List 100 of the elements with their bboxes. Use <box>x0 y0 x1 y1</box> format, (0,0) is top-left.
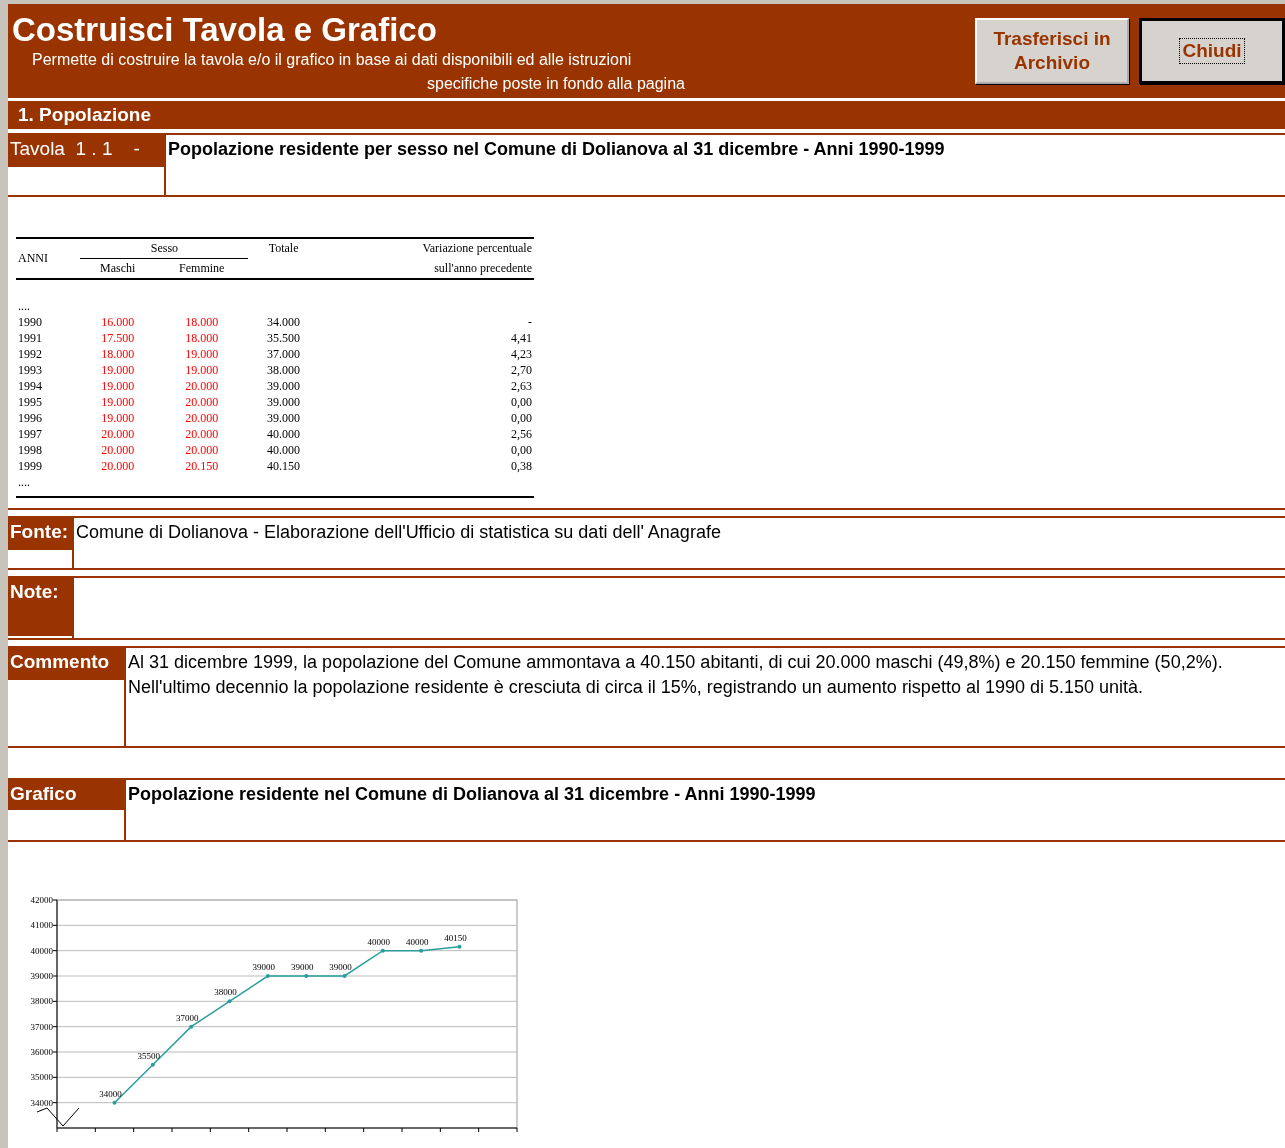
data-label: 34000 <box>99 1088 122 1099</box>
table-cell-text: 1994 <box>17 378 43 394</box>
data-point <box>304 974 309 978</box>
column-header: sull'anno precedente <box>318 258 534 279</box>
column-header: Totale <box>248 238 319 259</box>
table-cell-text: 19.000 <box>184 346 220 362</box>
archive-button[interactable]: Trasferisci in Archivio <box>975 18 1129 84</box>
table-cell-text: 1997 <box>17 426 43 442</box>
table-cell-text: 0,00 <box>510 410 533 426</box>
data-label: 40000 <box>367 936 391 947</box>
table-cell-text: 2,63 <box>510 378 533 394</box>
data-label: 38000 <box>214 987 237 998</box>
table-cell: .... <box>16 279 81 314</box>
comment-label: Commento <box>8 646 124 680</box>
axis-tick-label: 38000 <box>30 996 53 1007</box>
table-cell-text: 34.000 <box>266 314 302 330</box>
data-point <box>189 1024 194 1029</box>
data-point <box>419 948 424 953</box>
source-field[interactable]: Comune di Dolianova - Elaborazione dell'Ufficio di statistica su dati dell' Anagrafe <box>72 516 1285 568</box>
table-cell-text: 1999 <box>17 458 43 474</box>
data-label: 35500 <box>137 1050 161 1061</box>
table-cell-text: 19.000 <box>100 378 136 394</box>
table-cell-text: 1990 <box>17 314 43 330</box>
table-cell-text: 40.000 <box>266 442 302 458</box>
data-label: 39000 <box>329 962 352 972</box>
data-label: 39000 <box>252 962 276 972</box>
axis-tick-label: 41000 <box>30 920 53 931</box>
column-header: Femmine <box>155 258 249 279</box>
chart-title-field[interactable]: Popolazione residente nel Comune di Dolianova al 31 dicembre - Anni 1990-1999 <box>124 778 1285 840</box>
table-cell-text: 20.000 <box>184 410 220 426</box>
data-point <box>265 974 270 978</box>
table-cell-text: 4,41 <box>510 330 533 346</box>
table-cell-text: 39.000 <box>266 410 302 426</box>
table-cell-text: 20.000 <box>100 458 136 474</box>
table-cell-text: 39.000 <box>266 394 302 410</box>
axis-tick-label: 36000 <box>30 1047 53 1057</box>
data-point <box>227 999 232 1004</box>
data-point <box>457 944 462 949</box>
table-cell-text: 18.000 <box>184 314 220 330</box>
table-cell-text: 19.000 <box>100 394 136 410</box>
fonte-label: Fonte: <box>8 516 72 550</box>
page-title: Costruisci Tavola e Grafico <box>12 12 438 48</box>
column-header: Variazione percentuale <box>318 238 534 259</box>
table-cell-text: 19.000 <box>100 362 136 378</box>
table-label: Tavola 1 . 1 - <box>8 133 164 167</box>
table-cell-text: 20.000 <box>184 426 220 442</box>
data-label: 40000 <box>405 936 429 947</box>
subtitle: Permette di costruire la tavola e/o il grafico in base ai dati disponibili ed alle istruzioni <box>31 50 633 70</box>
table-cell-text: 19.000 <box>184 362 220 378</box>
table-cell-text: 20.000 <box>184 442 220 458</box>
close-button[interactable]: Chiudi <box>1139 18 1285 84</box>
table-cell-text: 40.000 <box>266 426 302 442</box>
table-cell-text: 4,23 <box>510 346 533 362</box>
note-field[interactable] <box>72 576 1285 638</box>
table-cell-text: 35.500 <box>266 330 302 346</box>
data-label: 40150 <box>444 932 467 943</box>
table-cell-text: 20.000 <box>184 378 220 394</box>
note-label: Note: <box>8 576 72 636</box>
data-point <box>380 948 385 953</box>
table-cell-text: 18.000 <box>184 330 220 346</box>
axis-tick-label: 42000 <box>30 895 53 905</box>
data-label: 37000 <box>175 1012 199 1023</box>
table-cell-text: 37.000 <box>266 346 302 362</box>
table-cell-text: 1998 <box>17 442 43 458</box>
table-cell-text: 20.150 <box>184 458 220 474</box>
axis-break-icon <box>36 1107 80 1127</box>
table-cell-text: 17.500 <box>100 330 136 346</box>
column-header: Sesso <box>80 238 249 259</box>
axis-tick-label: 34000 <box>30 1097 53 1108</box>
table-cell-text: 20.000 <box>100 426 136 442</box>
table-cell-text: 1996 <box>17 410 43 426</box>
title-field[interactable]: Popolazione residente per sesso nel Comune di Dolianova al 31 dicembre - Anni 1990-1999 <box>164 133 1285 195</box>
table-cell-text: 1992 <box>17 346 43 362</box>
axis-tick-label: 37000 <box>30 1021 53 1032</box>
table-cell-text: 19.000 <box>100 410 136 426</box>
table-cell: .... <box>16 474 81 497</box>
table-cell-text: 18.000 <box>100 346 136 362</box>
table-cell-text: 0,00 <box>510 442 533 458</box>
column-header: Maschi <box>80 258 155 279</box>
table-cell-text: 1991 <box>17 330 43 346</box>
table-cell-text: 1995 <box>17 394 43 410</box>
table-cell-text: 38.000 <box>266 362 302 378</box>
axis-tick-label: 40000 <box>30 945 53 956</box>
table-cell-text: 16.000 <box>100 314 136 330</box>
table-cell-text: 39.000 <box>266 378 302 394</box>
table-cell-text: 2,56 <box>510 426 533 442</box>
axis-tick-label: 39000 <box>30 971 53 981</box>
data-label: 39000 <box>290 962 314 972</box>
table-cell-text: - <box>527 314 533 330</box>
data-point <box>150 1062 155 1067</box>
table-cell-text: 0,00 <box>510 394 533 410</box>
subtitle: specifiche poste in fondo alla pagina <box>426 74 685 94</box>
table-cell-text: 20.000 <box>184 394 220 410</box>
data-point <box>112 1100 117 1105</box>
column-header: ANNI <box>16 238 81 279</box>
comment-field[interactable]: Al 31 dicembre 1999, la popolazione del Comune ammontava a 40.150 abitanti, di cui 20.000 maschi (49,8%) e 20.150 femmine (50,2%). Nell'ultimo decennio la popolazione residente è cresciuta di circa il 15%, registrando un aumento rispetto al 1990 di 5.150 unità. <box>124 646 1285 746</box>
table-cell-text: 0,38 <box>510 458 533 474</box>
table-cell-text: 2,70 <box>510 362 533 378</box>
table-cell-text: 40.150 <box>266 458 302 474</box>
chart-label: Grafico <box>8 778 124 810</box>
